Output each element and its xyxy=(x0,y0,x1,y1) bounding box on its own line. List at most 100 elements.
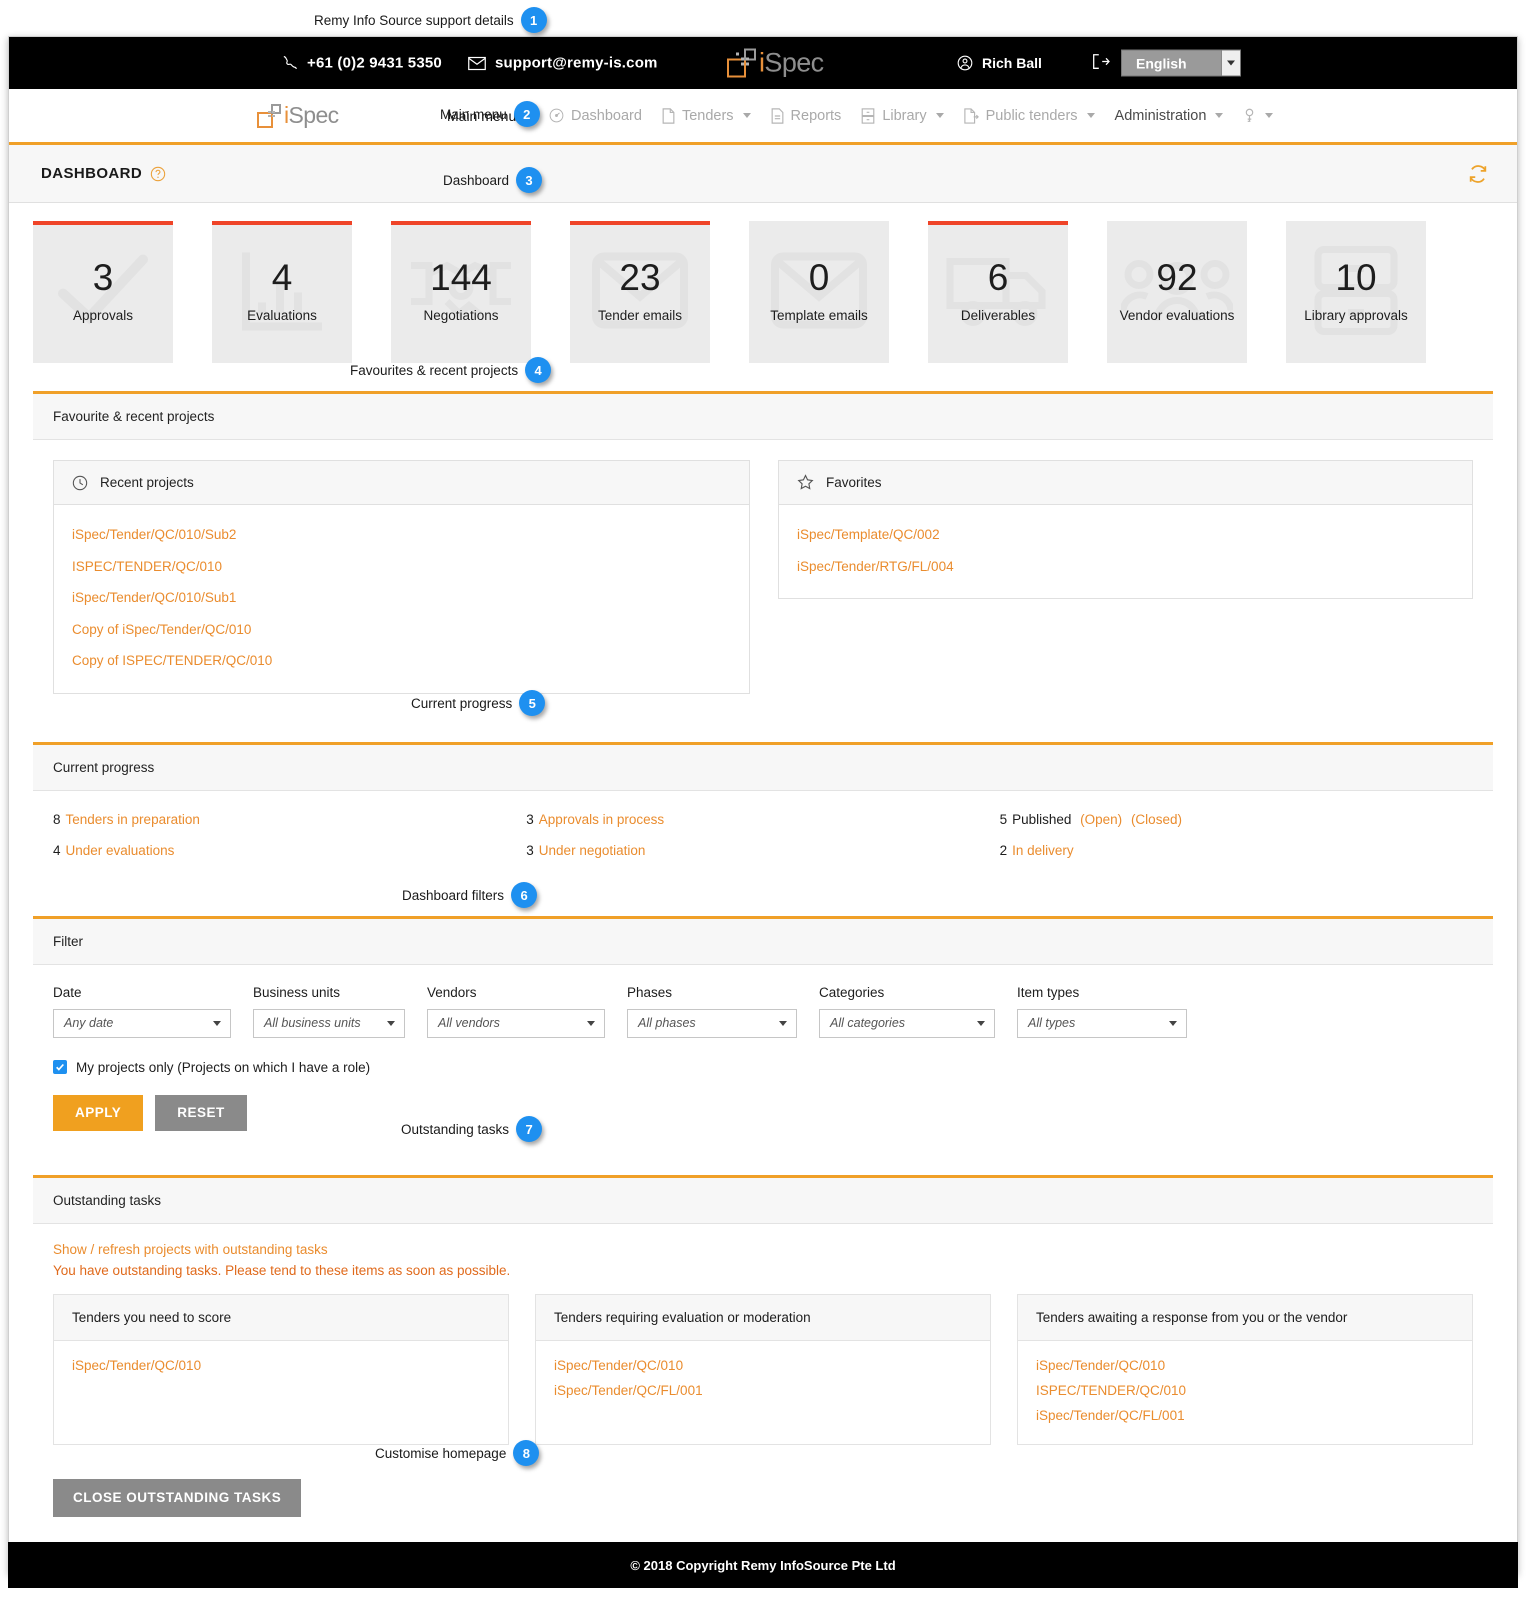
user-name: Rich Ball xyxy=(982,55,1042,71)
outstanding-tasks-title: Outstanding tasks xyxy=(33,1177,1493,1224)
business-units-select[interactable]: All business units xyxy=(253,1008,405,1038)
list-item[interactable]: iSpec/Tender/QC/FL/001 xyxy=(554,1378,972,1403)
refresh-icon[interactable] xyxy=(1467,163,1489,185)
star-icon xyxy=(797,474,814,491)
ispec-logo-top[interactable]: iSpec xyxy=(727,48,824,78)
stat-label: Negotiations xyxy=(423,307,499,323)
outstanding-column-score: Tenders you need to score iSpec/Tender/Q… xyxy=(53,1293,509,1445)
recent-projects-title: Recent projects xyxy=(100,475,194,490)
column-title: Tenders you need to score xyxy=(54,1294,508,1341)
vendors-select[interactable]: All vendors xyxy=(427,1008,605,1038)
list-item[interactable]: iSpec/Tender/QC/010 xyxy=(72,1353,490,1378)
nav-label: Public tenders xyxy=(985,107,1078,124)
column-items: iSpec/Tender/QC/010 xyxy=(54,1341,508,1403)
nav-item-library[interactable]: Library xyxy=(861,108,944,124)
item-types-select[interactable]: All types xyxy=(1017,1008,1187,1038)
email-item[interactable]: support@remy-is.com xyxy=(468,55,658,72)
filter-field-vendors: Vendors All vendors xyxy=(427,985,605,1038)
nav-item-reports[interactable]: Reports xyxy=(771,108,841,124)
progress-link[interactable]: Under evaluations xyxy=(66,843,175,858)
list-item[interactable]: iSpec/Tender/QC/010 xyxy=(1036,1353,1454,1378)
stat-card-approvals[interactable]: 3 Approvals xyxy=(33,221,173,363)
stat-card-template-emails[interactable]: 0 Template emails xyxy=(749,221,889,363)
stat-cards: 3 Approvals 4 Evaluations 144 Negotiatio… xyxy=(9,203,1517,377)
stat-card-negotiations[interactable]: 144 Negotiations xyxy=(391,221,531,363)
list-item[interactable]: iSpec/Tender/QC/010/Sub2 xyxy=(72,519,731,551)
progress-link[interactable]: In delivery xyxy=(1012,843,1074,858)
stat-card-vendor-evaluations[interactable]: 92 Vendor evaluations xyxy=(1107,221,1247,363)
nav-item-help[interactable] xyxy=(1243,108,1274,124)
current-progress-title: Current progress xyxy=(33,744,1493,791)
list-item[interactable]: iSpec/Template/QC/002 xyxy=(797,519,1454,551)
progress-column-3: 5 Published (Open) (Closed) 2 In delivery xyxy=(1000,807,1473,870)
list-item[interactable]: iSpec/Tender/QC/010 xyxy=(554,1353,972,1378)
progress-column-1: 8 Tenders in preparation 4 Under evaluatio… xyxy=(53,807,526,870)
progress-link[interactable]: Tenders in preparation xyxy=(66,812,200,827)
ispec-logo-nav[interactable]: iSpec xyxy=(257,103,339,128)
nav-item-tenders[interactable]: Tenders xyxy=(662,108,751,124)
date-select[interactable]: Any date xyxy=(53,1008,231,1038)
stat-card-evaluations[interactable]: 4 Evaluations xyxy=(212,221,352,363)
progress-link[interactable]: Approvals in process xyxy=(539,812,664,827)
nav-items: Dashboard Tenders Reports Library Public… xyxy=(549,107,1274,124)
my-projects-only-row[interactable]: My projects only (Projects on which I ha… xyxy=(53,1060,1473,1075)
stat-card-deliverables[interactable]: 6 Deliverables xyxy=(928,221,1068,363)
list-item[interactable]: ISPEC/TENDER/QC/010 xyxy=(72,551,731,583)
progress-link-closed[interactable]: (Closed) xyxy=(1131,812,1182,827)
nav-item-public-tenders[interactable]: Public tenders xyxy=(963,107,1095,124)
filter-panel-title: Filter xyxy=(33,918,1493,965)
list-item[interactable]: ISPEC/TENDER/QC/010 xyxy=(1036,1378,1454,1403)
my-projects-only-checkbox[interactable] xyxy=(53,1060,67,1074)
progress-link[interactable]: Under negotiation xyxy=(539,843,646,858)
stat-value: 0 xyxy=(808,256,830,298)
list-item[interactable]: iSpec/Tender/QC/FL/001 xyxy=(1036,1403,1454,1428)
close-outstanding-tasks-button[interactable]: CLOSE OUTSTANDING TASKS xyxy=(53,1478,302,1517)
callout-label: Customise homepage xyxy=(375,1445,507,1461)
progress-link-open[interactable]: (Open) xyxy=(1080,812,1122,827)
nav-item-dashboard[interactable]: Dashboard xyxy=(549,108,642,124)
stat-card-library-approvals[interactable]: 10 Library approvals xyxy=(1286,221,1426,363)
apply-button[interactable]: APPLY xyxy=(53,1094,144,1131)
list-item[interactable]: Copy of ISPEC/TENDER/QC/010 xyxy=(72,645,731,677)
reset-button[interactable]: RESET xyxy=(155,1094,247,1131)
chevron-down-icon[interactable] xyxy=(1221,50,1240,76)
stat-value: 3 xyxy=(92,256,114,298)
page-title-bar: DASHBOARD xyxy=(9,145,1517,203)
callout-label: Favourites & recent projects xyxy=(350,362,519,378)
nav-item-administration[interactable]: Administration xyxy=(1115,108,1224,124)
callout-label: Current progress xyxy=(411,695,513,711)
select-value: All phases xyxy=(638,1016,696,1030)
stat-label: Approvals xyxy=(72,307,134,323)
stat-label: Evaluations xyxy=(247,307,317,323)
list-item[interactable]: iSpec/Tender/QC/010/Sub1 xyxy=(72,582,731,614)
favorites-list: iSpec/Template/QC/002 iSpec/Tender/RTG/F… xyxy=(779,505,1472,598)
filter-label: Item types xyxy=(1017,984,1080,1000)
show-refresh-link[interactable]: Show / refresh projects with outstanding… xyxy=(53,1242,1473,1257)
ispec-mark-icon xyxy=(727,48,756,78)
list-item[interactable]: iSpec/Tender/RTG/FL/004 xyxy=(797,551,1454,583)
logout-button[interactable] xyxy=(1091,53,1110,73)
callout-3: Dashboard 3 xyxy=(443,167,543,193)
list-item[interactable]: Copy of iSpec/Tender/QC/010 xyxy=(72,614,731,646)
support-email: support@remy-is.com xyxy=(494,54,658,72)
question-circle-icon[interactable] xyxy=(150,166,166,182)
phone-item[interactable]: +61 (0)2 9431 5350 xyxy=(281,55,442,72)
stat-label: Deliverables xyxy=(960,307,1036,323)
callout-badge: 6 xyxy=(511,882,538,908)
recent-projects-list: iSpec/Tender/QC/010/Sub2 ISPEC/TENDER/QC… xyxy=(54,505,749,693)
phases-select[interactable]: All phases xyxy=(627,1008,797,1038)
progress-column-2: 3 Approvals in process 3 Under negotiation xyxy=(526,807,999,870)
my-projects-only-label: My projects only (Projects on which I ha… xyxy=(76,1059,371,1075)
chevron-down-icon xyxy=(935,113,944,118)
filter-field-item-types: Item types All types xyxy=(1017,985,1187,1038)
outstanding-column-awaiting: Tenders awaiting a response from you or … xyxy=(1017,1293,1473,1445)
callout-5: Current progress 5 xyxy=(411,690,546,716)
ispec-mark-icon xyxy=(257,103,281,128)
categories-select[interactable]: All categories xyxy=(819,1008,995,1038)
stat-card-tender-emails[interactable]: 23 Tender emails xyxy=(570,221,710,363)
current-progress-panel: Current progress 8 Tenders in preparation… xyxy=(33,741,1493,892)
outstanding-tasks-panel: Outstanding tasks Show / refresh project… xyxy=(33,1174,1493,1537)
progress-count: 2 xyxy=(999,843,1008,858)
user-menu[interactable]: Rich Ball xyxy=(957,55,1042,71)
language-select[interactable]: English xyxy=(1121,49,1241,77)
